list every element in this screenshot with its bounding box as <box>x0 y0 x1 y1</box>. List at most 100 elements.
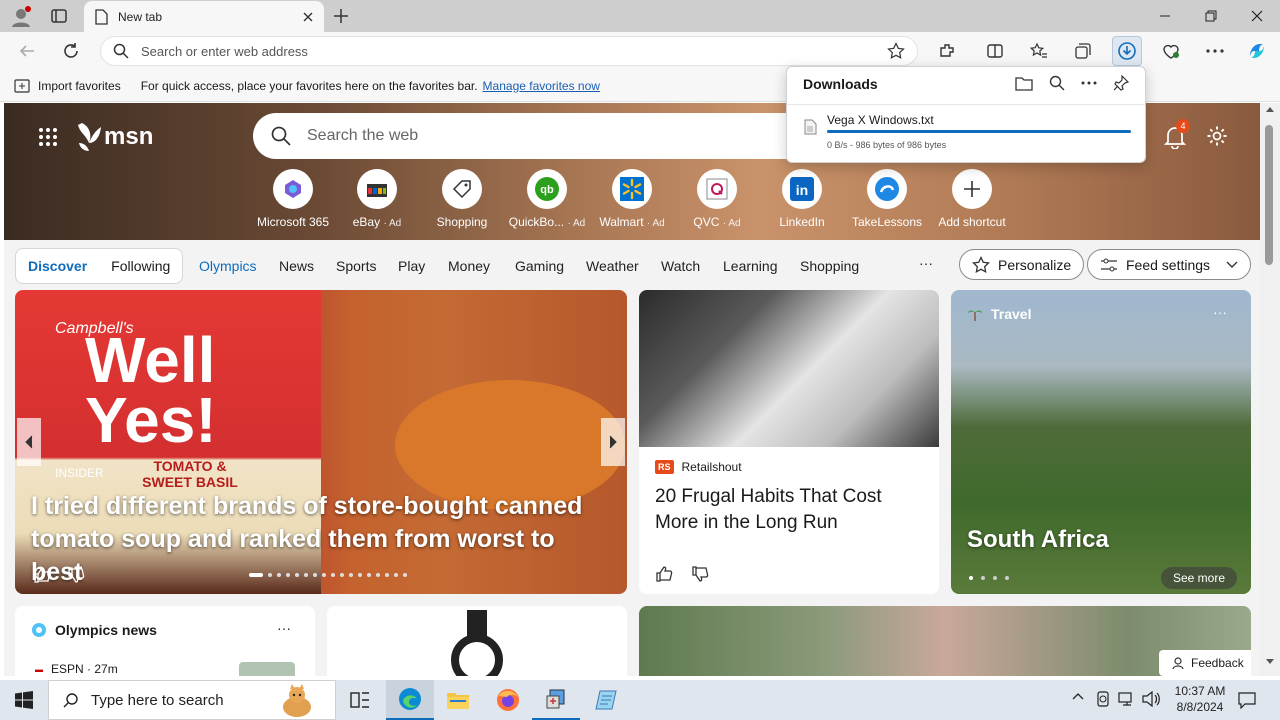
notepad-icon[interactable] <box>582 680 630 720</box>
downloads-more-icon[interactable] <box>1081 81 1097 85</box>
firefox-icon[interactable] <box>484 680 532 720</box>
shortcut-shopping[interactable]: Shopping <box>420 169 504 229</box>
close-tab-icon[interactable] <box>302 11 314 23</box>
pin-icon[interactable] <box>1113 75 1129 91</box>
olympics-item-source: ▬ ESPN · 27m <box>35 662 118 676</box>
nav-learning[interactable]: Learning <box>723 258 778 274</box>
file-explorer-icon[interactable] <box>434 680 482 720</box>
see-more-button[interactable]: See more <box>1161 567 1238 589</box>
travel-more-icon[interactable]: ··· <box>1213 304 1227 320</box>
installer-app-icon[interactable] <box>532 680 580 720</box>
manage-favorites-link[interactable]: Manage favorites now <box>483 79 600 93</box>
nav-olympics[interactable]: Olympics <box>199 258 257 274</box>
import-favorites-button[interactable]: Import favorites <box>38 79 121 93</box>
travel-header: Travel <box>967 306 1031 322</box>
nav-sports[interactable]: Sports <box>336 258 376 274</box>
network-icon[interactable] <box>1118 691 1136 707</box>
nav-play[interactable]: Play <box>398 258 425 274</box>
volume-icon[interactable] <box>1142 691 1160 707</box>
shortcut-ebay[interactable]: eBay · Ad <box>335 169 419 229</box>
article-title[interactable]: 20 Frugal Habits That Cost More in the L… <box>655 484 925 536</box>
settings-more-icon[interactable] <box>1200 36 1230 66</box>
nav-watch[interactable]: Watch <box>661 258 700 274</box>
split-screen-icon[interactable] <box>980 36 1010 66</box>
nav-shopping[interactable]: Shopping <box>800 258 859 274</box>
favorites-icon[interactable] <box>1024 36 1054 66</box>
taskbar-search-placeholder: Type here to search <box>91 691 224 709</box>
back-icon[interactable] <box>18 42 36 60</box>
nav-money[interactable]: Money <box>448 258 490 274</box>
restore-button[interactable] <box>1188 0 1234 32</box>
tab-discover[interactable]: Discover <box>28 258 87 274</box>
photo-article-card[interactable]: Feedback <box>639 606 1251 676</box>
profile-icon[interactable] <box>10 6 32 28</box>
collections-icon[interactable] <box>1068 36 1098 66</box>
scrollbar-thumb[interactable] <box>1265 125 1273 265</box>
address-bar[interactable]: Search or enter web address <box>100 36 918 66</box>
tray-app-icon[interactable] <box>1095 691 1111 707</box>
notifications-bell-icon[interactable]: 4 <box>1164 119 1190 149</box>
featured-article-card[interactable]: Campbell's Well Yes! TOMATO & SWEET BASIL… <box>15 290 627 594</box>
apps-grid-icon[interactable] <box>38 127 58 147</box>
carousel-next-button[interactable] <box>601 418 625 466</box>
browser-essentials-icon[interactable] <box>1156 36 1186 66</box>
article-card-frugal[interactable]: RS Retailshout 20 Frugal Habits That Cos… <box>639 290 939 594</box>
search-downloads-icon[interactable] <box>1049 75 1065 91</box>
open-folder-icon[interactable] <box>1015 75 1033 91</box>
personalize-button[interactable]: Personalize <box>959 249 1085 280</box>
shortcut-walmart[interactable]: Walmart · Ad <box>590 169 674 229</box>
copilot-icon[interactable] <box>1242 36 1272 66</box>
shortcut-quickbooks[interactable]: qb QuickBo... · Ad <box>505 169 589 229</box>
carousel-dots <box>249 573 407 577</box>
task-view-icon[interactable] <box>336 680 384 720</box>
shortcut-qvc[interactable]: QVC · Ad <box>675 169 759 229</box>
tray-chevron-up-icon[interactable] <box>1072 692 1084 700</box>
taskbar-search[interactable]: Type here to search <box>48 680 336 720</box>
tab-actions-icon[interactable] <box>50 7 68 25</box>
taskbar-clock[interactable]: 10:37 AM 8/8/2024 <box>1164 683 1236 715</box>
ebay-icon <box>357 169 397 209</box>
refresh-icon[interactable] <box>62 42 80 60</box>
thumbs-down-icon[interactable] <box>67 566 85 584</box>
product-card[interactable] <box>327 606 627 676</box>
downloads-icon[interactable] <box>1112 36 1142 66</box>
minimize-button[interactable] <box>1142 0 1188 32</box>
nav-weather[interactable]: Weather <box>586 258 639 274</box>
tab-new-tab[interactable]: New tab <box>84 1 324 32</box>
import-favorites-icon[interactable] <box>14 78 30 93</box>
thumbs-up-icon[interactable] <box>655 565 673 583</box>
favorite-star-icon[interactable] <box>887 42 905 60</box>
edge-taskbar-icon[interactable] <box>386 680 434 720</box>
page-scrollbar[interactable] <box>1260 103 1280 676</box>
close-window-button[interactable] <box>1234 0 1280 32</box>
feed-settings-button[interactable]: Feed settings <box>1087 249 1251 280</box>
extensions-icon[interactable] <box>932 36 962 66</box>
thumbs-up-icon[interactable] <box>33 566 51 584</box>
feedback-button[interactable]: Feedback <box>1159 650 1251 676</box>
tab-following[interactable]: Following <box>111 258 170 274</box>
tab-title: New tab <box>118 9 163 24</box>
download-file-name[interactable]: Vega X Windows.txt <box>827 113 934 127</box>
travel-card[interactable]: Travel ··· South Africa See more <box>951 290 1251 594</box>
nav-more-button[interactable]: ··· <box>919 255 933 271</box>
shortcut-microsoft365[interactable]: Microsoft 365 <box>251 169 335 229</box>
quickbooks-icon: qb <box>527 169 567 209</box>
espn-logo-icon: ▬ <box>35 664 43 674</box>
thumbs-down-icon[interactable] <box>691 565 709 583</box>
shortcut-add[interactable]: Add shortcut <box>930 169 1014 229</box>
carousel-prev-button[interactable] <box>17 418 41 466</box>
olympics-news-card[interactable]: Olympics news ··· ▬ ESPN · 27m <box>15 606 315 676</box>
windows-taskbar: Type here to search 10:37 AM 8/8/2024 <box>0 680 1280 720</box>
travel-title[interactable]: South Africa <box>967 526 1109 554</box>
notification-center-icon[interactable] <box>1238 691 1256 709</box>
shortcut-label: Walmart <box>599 215 644 229</box>
nav-gaming[interactable]: Gaming <box>515 258 564 274</box>
shortcut-linkedin[interactable]: in LinkedIn <box>760 169 844 229</box>
start-button[interactable] <box>0 680 48 720</box>
olympics-more-icon[interactable]: ··· <box>277 620 291 636</box>
nav-news[interactable]: News <box>279 258 314 274</box>
new-tab-button[interactable] <box>332 7 350 25</box>
msn-logo[interactable]: msn <box>76 121 153 153</box>
page-settings-gear-icon[interactable] <box>1206 125 1228 147</box>
shortcut-takelessons[interactable]: TakeLessons <box>845 169 929 229</box>
